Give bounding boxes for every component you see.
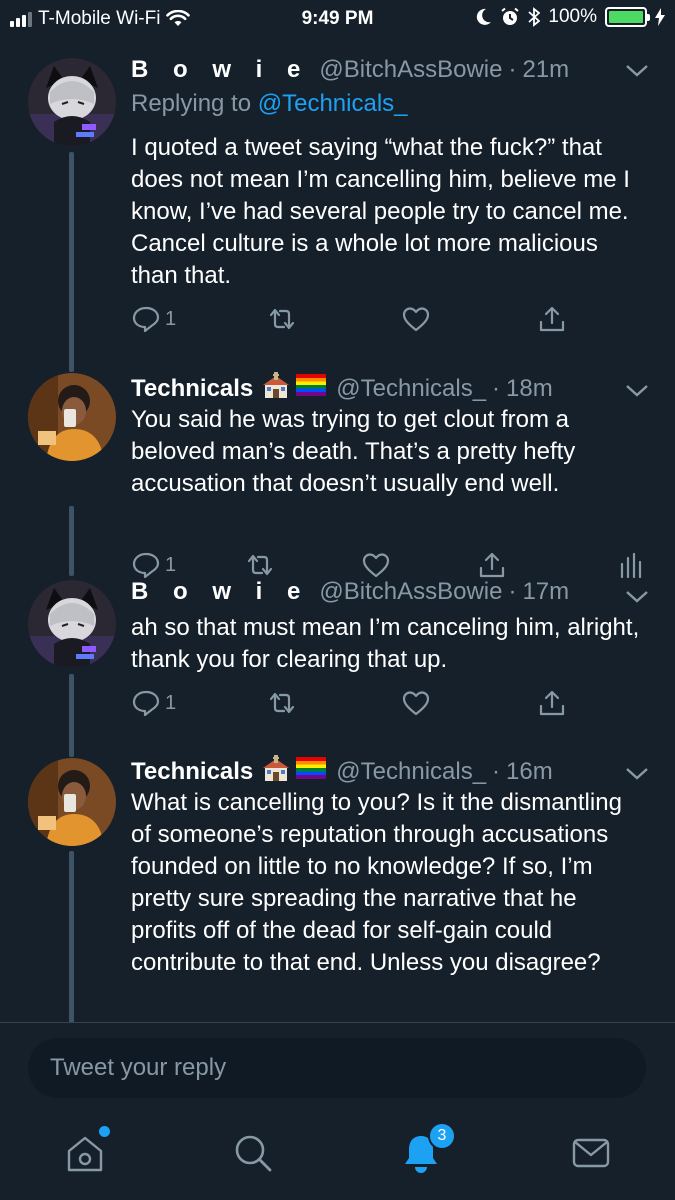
thread-line [69, 851, 74, 1023]
share-button[interactable] [537, 688, 567, 718]
avatar[interactable] [28, 758, 116, 846]
tweet-thread[interactable]: B o w i e @BitchAssBowie · 21m Replying … [0, 38, 675, 1023]
reply-input[interactable]: Tweet your reply [28, 1038, 646, 1098]
chevron-down-icon[interactable] [625, 761, 649, 787]
share-icon [539, 306, 565, 332]
tweet-text: ah so that must mean I’m canceling him, … [131, 614, 640, 673]
mention-link[interactable]: @Technicals_ [258, 90, 408, 117]
home-unread-dot [99, 1126, 110, 1137]
signal-icon [10, 11, 32, 27]
charging-icon [655, 8, 665, 26]
church-icon [261, 755, 291, 788]
display-name[interactable]: B o w i e [131, 56, 309, 84]
carrier-label: T-Mobile Wi-Fi [38, 8, 161, 29]
reply-icon [132, 690, 160, 717]
share-icon [539, 690, 565, 716]
reply-placeholder: Tweet your reply [50, 1054, 227, 1081]
tweet-text: I quoted a tweet saying “what the fuck?”… [131, 134, 630, 289]
home-icon [67, 1136, 103, 1172]
tweet-text: What is cancelling to you? Is it the dis… [131, 789, 622, 976]
tweet-actions: 1 [131, 688, 591, 720]
separator-dot: · [492, 374, 501, 402]
thread-line [69, 152, 74, 368]
tweet-time: 16m [506, 757, 553, 785]
tweet[interactable]: B o w i e @BitchAssBowie · 17m ah so tha… [0, 566, 675, 753]
tweet-time: 17m [522, 578, 570, 605]
avatar[interactable] [28, 580, 116, 668]
reply-icon [132, 306, 160, 333]
thread-line [69, 506, 74, 568]
avatar[interactable] [28, 58, 116, 146]
tab-home[interactable] [62, 1126, 110, 1176]
chevron-down-icon[interactable] [625, 584, 649, 610]
chevron-down-icon[interactable] [625, 378, 649, 404]
retweet-button[interactable] [267, 304, 297, 334]
separator-dot: · [508, 578, 517, 605]
tweet-time: 21m [522, 56, 570, 83]
display-name[interactable]: Technicals [131, 758, 253, 786]
thread-line [69, 674, 74, 753]
like-button[interactable] [401, 688, 431, 718]
name-emojis [261, 755, 327, 788]
moon-icon [477, 8, 492, 25]
divider [0, 1022, 675, 1023]
alarm-icon [501, 7, 520, 25]
like-button[interactable] [401, 304, 431, 334]
share-button[interactable] [537, 304, 567, 334]
retweet-icon [269, 308, 295, 330]
display-name[interactable]: B o w i e [131, 578, 309, 606]
thread-line [69, 566, 74, 576]
retweet-icon [269, 692, 295, 714]
avatar[interactable] [28, 373, 116, 461]
thread-line [69, 366, 74, 372]
church-icon [261, 372, 291, 405]
user-handle[interactable]: @BitchAssBowie [319, 56, 502, 84]
bluetooth-icon [528, 7, 541, 27]
messages-icon [572, 1138, 610, 1168]
replying-to-label: Replying to [131, 90, 252, 117]
like-icon [402, 307, 430, 332]
separator-dot: · [508, 56, 517, 83]
tab-notifications[interactable]: 3 [398, 1122, 456, 1176]
separator-dot: · [492, 757, 501, 785]
reply-button[interactable]: 1 [131, 688, 176, 718]
name-emojis [261, 372, 327, 405]
tab-bar: 3 [0, 1108, 675, 1200]
tweet[interactable]: B o w i e @BitchAssBowie · 21m Replying … [0, 38, 675, 368]
reply-count: 1 [165, 691, 177, 714]
tab-search[interactable] [230, 1130, 276, 1176]
notifications-badge: 3 [428, 1122, 456, 1150]
user-handle[interactable]: @Technicals_ [336, 758, 486, 786]
tweet-actions: 1 [131, 304, 591, 336]
status-bar: T-Mobile Wi-Fi 9:49 PM 100% [0, 0, 675, 38]
display-name[interactable]: Technicals [131, 375, 253, 403]
reply-count: 1 [165, 307, 177, 330]
battery-icon [605, 7, 650, 27]
battery-percent: 100% [548, 6, 597, 27]
wifi-icon [166, 10, 191, 26]
rainbow-flag-icon [296, 374, 327, 403]
rainbow-flag-icon [296, 757, 327, 786]
retweet-button[interactable] [267, 688, 297, 718]
reply-button[interactable]: 1 [131, 304, 176, 334]
tweet-text: You said he was trying to get clout from… [131, 406, 576, 497]
tweet-time: 18m [506, 374, 553, 402]
like-icon [402, 691, 430, 716]
user-handle[interactable]: @BitchAssBowie [319, 578, 502, 606]
tweet[interactable]: Technicals @Technicals_ · 16m What is ca… [0, 751, 675, 1023]
chevron-down-icon[interactable] [625, 58, 649, 84]
tweet[interactable]: Technicals @Technicals_ · 18m You said h… [0, 366, 675, 579]
tab-messages[interactable] [568, 1130, 614, 1176]
search-icon [235, 1135, 272, 1172]
user-handle[interactable]: @Technicals_ [336, 375, 486, 403]
thread-line [69, 751, 74, 757]
replying-to: Replying to @Technicals_ [131, 90, 408, 118]
